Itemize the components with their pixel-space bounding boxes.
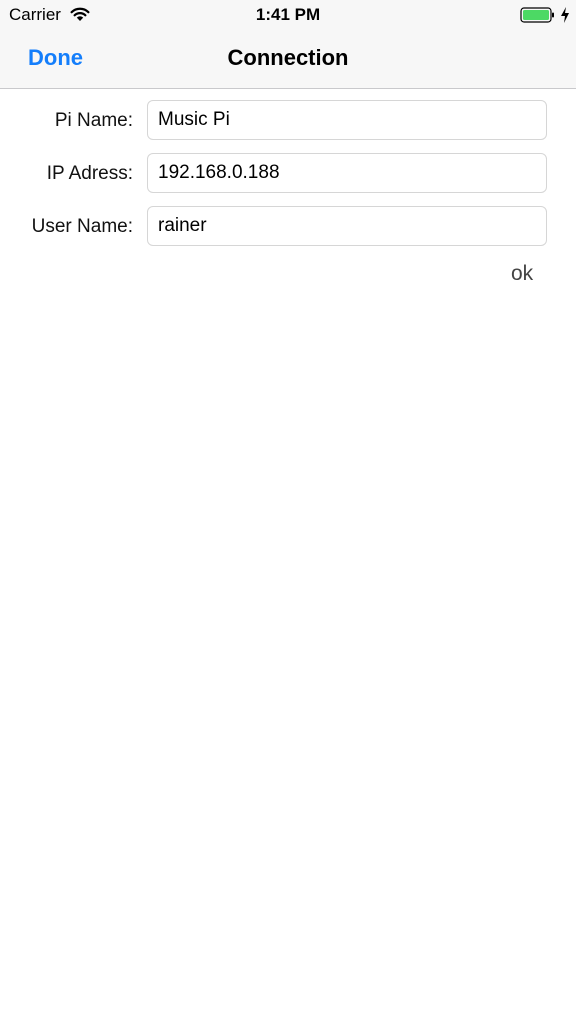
status-time: 1:41 PM — [255, 5, 321, 24]
ok-button[interactable]: ok — [511, 261, 533, 287]
ip-address-label: IP Adress: — [46, 163, 133, 184]
user-name-label: User Name: — [31, 216, 133, 237]
user-name-field[interactable] — [147, 206, 547, 246]
charging-bolt-icon — [559, 6, 571, 24]
navigation-bar: Done Connection — [0, 30, 576, 89]
battery-icon — [520, 6, 556, 24]
pi-name-field[interactable] — [147, 100, 547, 140]
page-title: Connection — [227, 45, 349, 70]
pi-name-label: Pi Name: — [54, 110, 133, 131]
status-bar: Carrier 1:41 PM — [0, 0, 576, 30]
ip-address-field[interactable] — [147, 153, 547, 193]
